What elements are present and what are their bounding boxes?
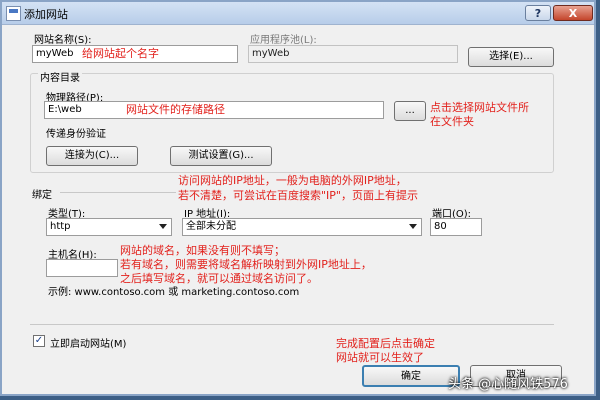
autostart-checkbox[interactable]: ✓ [33, 335, 45, 347]
binding-divider [60, 192, 176, 193]
port-input[interactable]: 80 [430, 218, 482, 236]
browse-annotation-line-2: 在文件夹 [430, 115, 474, 128]
content-directory-label: 内容目录 [38, 69, 82, 84]
add-website-dialog: 添加网站 ? X 网站名称(S): myWeb 给网站起个名字 应用程序池(L)… [0, 0, 596, 396]
physical-path-value: E:\web [48, 104, 82, 115]
ip-address-select[interactable]: 全部未分配 [182, 218, 422, 236]
close-button[interactable]: X [553, 5, 593, 21]
host-name-input[interactable] [46, 259, 118, 277]
title-bar: 添加网站 ? X [2, 2, 594, 25]
host-annotation-line-2: 若有域名，则需要将域名解析映射到外网IP地址上， [120, 258, 372, 272]
browse-annotation-line-1: 点击选择网站文件所 [430, 101, 529, 114]
physical-path-annotation: 网站文件的存储路径 [126, 103, 225, 116]
host-annotation-line-1: 网站的域名，如果没有则不填写； [120, 244, 285, 258]
select-pool-button[interactable]: 选择(E)... [468, 47, 554, 67]
confirm-annotation-line-2: 网站就可以生效了 [336, 351, 424, 364]
site-name-value: myWeb [36, 48, 74, 59]
port-value: 80 [434, 221, 447, 232]
window-title: 添加网站 [24, 8, 68, 21]
help-button[interactable]: ? [525, 5, 551, 21]
app-pool-value: myWeb [252, 48, 290, 59]
autostart-label: 立即启动网站(M) [50, 339, 127, 350]
chevron-down-icon [159, 224, 167, 229]
ip-annotation-line-1: 访问网站的IP地址，一般为电脑的外网IP地址， [178, 174, 407, 188]
app-pool-field: myWeb [248, 45, 458, 63]
chevron-down-icon [409, 224, 417, 229]
binding-type-select[interactable]: http [46, 218, 172, 236]
binding-label: 绑定 [32, 190, 52, 201]
host-name-example: 示例: www.contoso.com 或 marketing.contoso.… [48, 287, 300, 298]
ip-annotation-line-2: 若不清楚，可尝试在百度搜索"IP"，页面上有提示 [178, 189, 418, 203]
ip-address-value: 全部未分配 [186, 221, 236, 232]
ok-button[interactable]: 确定 [362, 365, 460, 387]
site-name-label: 网站名称(S): [34, 35, 92, 46]
website-icon [6, 6, 21, 21]
connect-as-button[interactable]: 连接为(C)... [46, 146, 138, 166]
binding-type-value: http [50, 221, 71, 232]
browse-button[interactable]: ... [394, 101, 426, 121]
footer-divider [30, 324, 554, 325]
confirm-annotation-line-1: 完成配置后点击确定 [336, 337, 435, 350]
site-name-annotation: 给网站起个名字 [82, 47, 159, 60]
pass-through-auth-label: 传递身份验证 [46, 129, 106, 140]
test-settings-button[interactable]: 测试设置(G)... [170, 146, 272, 166]
watermark: 头条 @心随风铁576 [448, 377, 568, 392]
app-pool-label: 应用程序池(L): [250, 35, 317, 46]
